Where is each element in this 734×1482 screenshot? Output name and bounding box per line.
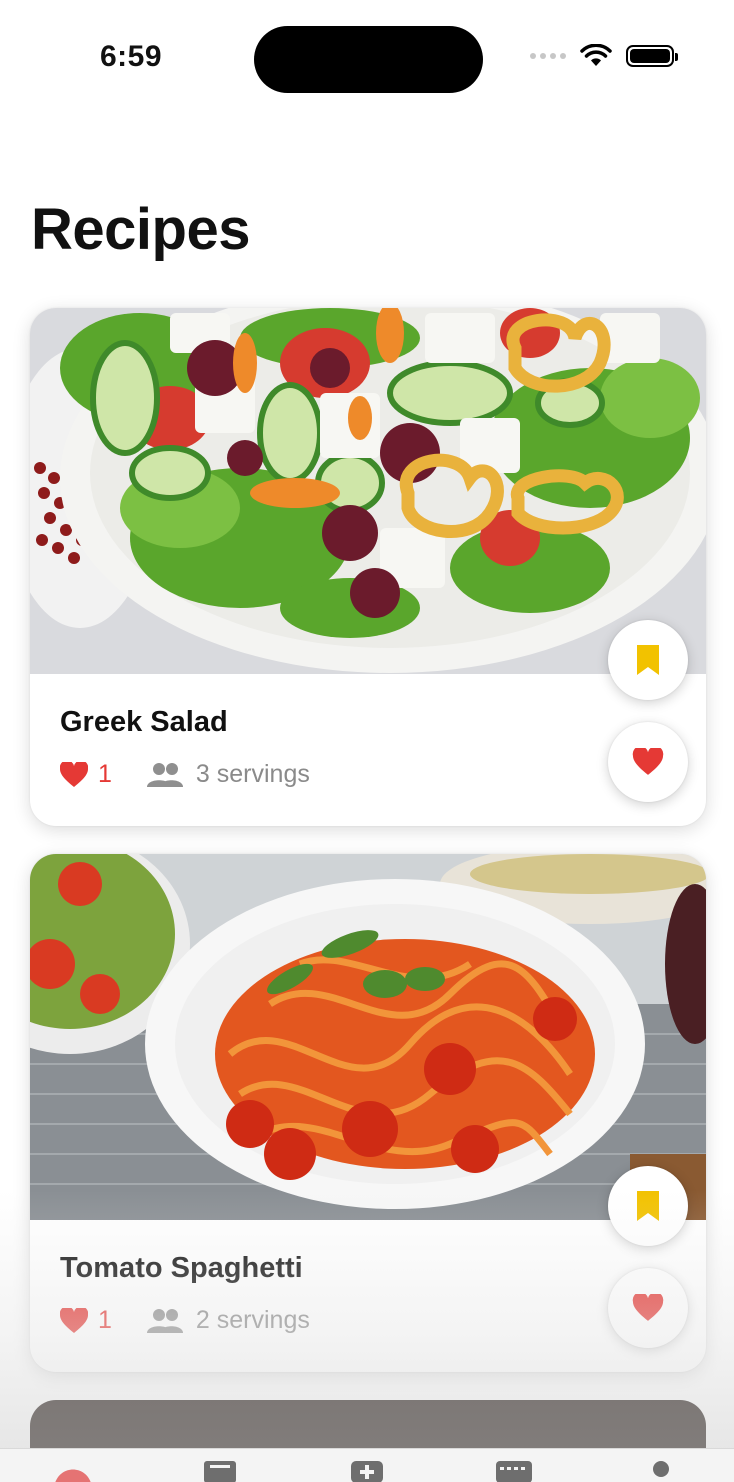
recipes-tab-icon (55, 1469, 91, 1482)
wifi-icon (580, 44, 612, 66)
calendar-tab-icon (495, 1461, 532, 1482)
tab-profile[interactable] (621, 1449, 701, 1482)
tomato-spaghetti-photo (30, 854, 706, 1220)
book-tab-icon (204, 1461, 237, 1482)
status-icons (530, 44, 678, 68)
tab-add[interactable] (327, 1449, 407, 1482)
recipe-card-greek-salad[interactable]: Greek Salad 1 3 servings (30, 308, 706, 826)
heart-icon (60, 1307, 88, 1333)
bookmark-icon (637, 645, 659, 675)
heart-icon (60, 761, 88, 787)
dynamic-island (254, 26, 483, 93)
profile-tab-icon (652, 1461, 669, 1477)
servings-text: 2 servings (195, 1306, 310, 1334)
battery-icon (626, 45, 678, 67)
servings-icon (146, 762, 184, 788)
bookmark-button[interactable] (608, 1166, 688, 1246)
tab-recipes[interactable] (33, 1449, 113, 1482)
status-time: 6:59 (100, 40, 163, 73)
likes-count: 1 (98, 760, 112, 788)
favorite-button[interactable] (608, 1268, 688, 1348)
heart-icon (632, 1294, 664, 1321)
bookmark-icon (637, 1191, 659, 1221)
recipe-meta: 1 2 servings (60, 1306, 310, 1335)
app-screen: 6:59 Recipes Greek Salad 1 3 servings To… (0, 0, 734, 1482)
cellular-signal-icon (530, 53, 566, 59)
recipe-title: Greek Salad (60, 706, 228, 738)
tab-book[interactable] (180, 1449, 260, 1482)
bookmark-button[interactable] (608, 620, 688, 700)
greek-salad-photo (30, 308, 706, 674)
page-title: Recipes (31, 197, 250, 262)
favorite-button[interactable] (608, 722, 688, 802)
recipe-card-body: Greek Salad 1 3 servings (30, 674, 706, 826)
add-tab-icon (350, 1461, 383, 1482)
tab-bar (0, 1448, 734, 1482)
heart-icon (632, 748, 664, 775)
servings-icon (146, 1308, 184, 1334)
likes-count: 1 (98, 1306, 112, 1334)
recipe-card-tomato-spaghetti[interactable]: Tomato Spaghetti 1 2 servings (30, 854, 706, 1372)
recipe-title: Tomato Spaghetti (60, 1252, 303, 1284)
recipe-card-body: Tomato Spaghetti 1 2 servings (30, 1220, 706, 1372)
tab-calendar[interactable] (474, 1449, 554, 1482)
recipe-meta: 1 3 servings (60, 760, 310, 789)
servings-text: 3 servings (195, 760, 310, 788)
